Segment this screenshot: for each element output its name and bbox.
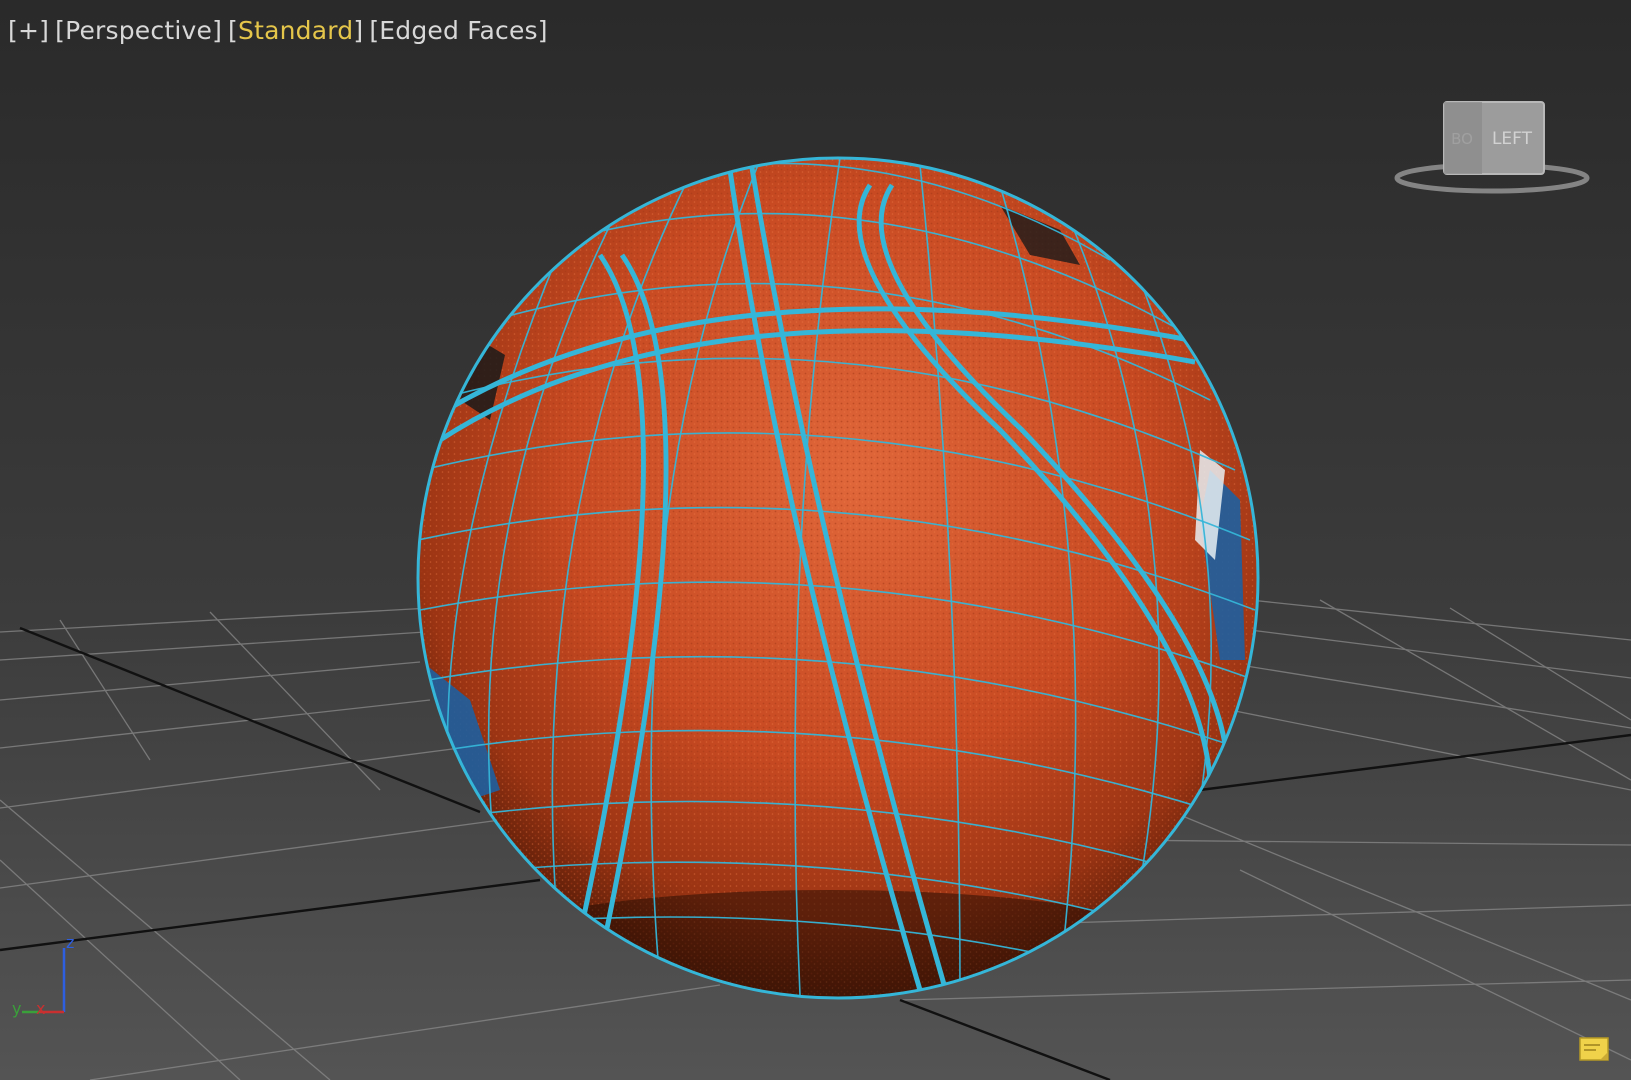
viewport-point-of-view-menu[interactable]: Perspective — [65, 16, 212, 45]
axis-y-label: y — [12, 999, 21, 1018]
basketball-mesh — [418, 158, 1258, 998]
viewcube-icon[interactable]: LEFT BO — [1392, 98, 1592, 198]
axis-x-label: x — [36, 999, 45, 1018]
viewport-label-menu: [+] [Perspective] [Standard] [Edged Faces] — [8, 16, 548, 45]
axis-tripod-icon: z y x — [0, 930, 90, 1020]
viewcube-face-label: LEFT — [1492, 129, 1533, 149]
viewcube-faint-face-label: BO — [1451, 130, 1473, 148]
viewport-scene — [0, 156, 1631, 1080]
viewport-shading-menu[interactable]: Standard — [238, 16, 353, 45]
axis-z-label: z — [66, 933, 74, 952]
perspective-viewport[interactable]: [+] [Perspective] [Standard] [Edged Faces] … — [0, 0, 1631, 1080]
viewport-general-menu[interactable]: + — [18, 16, 39, 45]
sticky-note-icon[interactable] — [1578, 1036, 1610, 1064]
viewport-display-menu[interactable]: Edged Faces — [379, 16, 538, 45]
